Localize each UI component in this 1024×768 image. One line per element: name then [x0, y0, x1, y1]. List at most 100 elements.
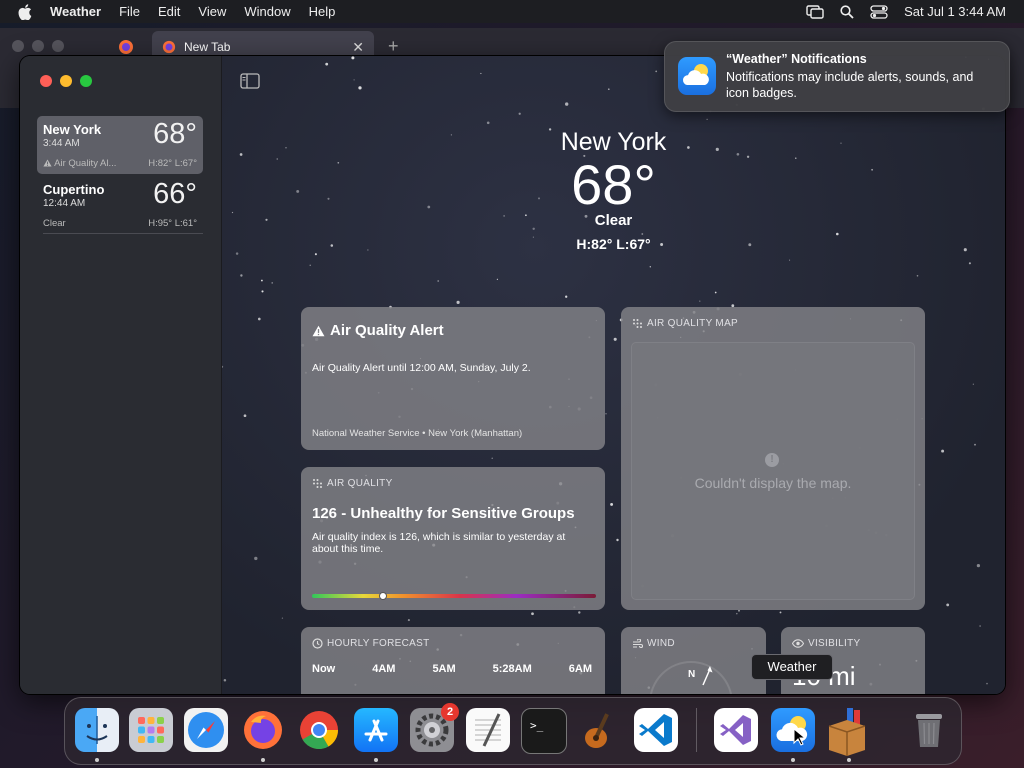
current-temperature: 68° — [571, 153, 656, 216]
running-indicator — [791, 758, 795, 762]
textedit-icon[interactable] — [466, 708, 510, 752]
apple-icon[interactable] — [18, 3, 32, 20]
dock-tooltip: Weather — [751, 654, 833, 680]
current-condition: Clear — [594, 212, 633, 229]
card-header: VISIBILITY — [792, 638, 860, 649]
alert-title: Air Quality Alert — [312, 322, 444, 339]
location-item-cupertino[interactable]: Cupertino 12:44 AM Clear 66° H:95° L:61° — [37, 176, 203, 234]
menu-clock[interactable]: Sat Jul 1 3:44 AM — [904, 4, 1006, 19]
running-indicator — [374, 758, 378, 762]
hourly-forecast-card[interactable]: HOURLY FORECAST Now 4AM 5AM 5:28AM 6AM — [301, 627, 605, 694]
menu-app-name[interactable]: Weather — [50, 4, 101, 19]
location-city: New York — [43, 122, 102, 137]
dock-separator — [696, 708, 697, 752]
control-center-icon[interactable] — [870, 4, 888, 19]
card-header: HOURLY FORECAST — [312, 638, 429, 649]
clock-icon — [312, 638, 323, 649]
firefox-icon — [162, 40, 176, 54]
screen-mirroring-icon[interactable] — [806, 4, 824, 19]
location-item-new-york[interactable]: New York 3:44 AM Air Quality Al... 68° H… — [37, 116, 203, 174]
menu-view[interactable]: View — [198, 4, 226, 19]
warning-icon — [43, 159, 52, 167]
eye-icon — [792, 639, 804, 648]
menu-window[interactable]: Window — [244, 4, 290, 19]
zoom-window-button[interactable] — [80, 75, 92, 87]
hourly-times: Now 4AM 5AM 5:28AM 6AM — [312, 663, 592, 675]
menu-file[interactable]: File — [119, 4, 140, 19]
window-controls — [40, 75, 92, 87]
wind-icon — [633, 638, 643, 648]
air-quality-icon — [633, 319, 642, 328]
visual-studio-icon[interactable] — [714, 708, 758, 752]
spotlight-search-icon[interactable] — [840, 4, 854, 19]
hour-label: 4AM — [372, 663, 396, 675]
location-time: 12:44 AM — [43, 198, 86, 209]
running-indicator — [847, 758, 851, 762]
alert-source: National Weather Service • New York (Man… — [312, 428, 523, 439]
notification-body: Notifications may include alerts, sounds… — [726, 70, 974, 100]
safari-icon[interactable] — [184, 708, 228, 752]
app-store-icon[interactable] — [354, 708, 398, 752]
browser-traffic-lights — [12, 40, 64, 52]
menu-bar: Weather File Edit View Window Help Sat J… — [0, 0, 1024, 23]
notification-banner[interactable]: “Weather” Notifications Notifications ma… — [664, 41, 1010, 112]
close-window-button[interactable] — [40, 75, 52, 87]
hour-label: 5AM — [432, 663, 456, 675]
menu-edit[interactable]: Edit — [158, 4, 180, 19]
air-quality-map-card[interactable]: AIR QUALITY MAP ! Couldn't display the m… — [621, 307, 925, 610]
location-temp: 66° — [153, 178, 197, 210]
archive-utility-icon[interactable] — [825, 708, 869, 756]
trash-icon[interactable] — [907, 708, 951, 752]
dock: 2 >_ — [64, 697, 962, 765]
compass-north-label: N — [688, 669, 696, 680]
map-area[interactable] — [631, 342, 915, 600]
location-time: 3:44 AM — [43, 138, 80, 149]
weather-window: New York 3:44 AM Air Quality Al... 68° H… — [20, 56, 1005, 694]
weather-app-icon — [678, 57, 716, 95]
location-condition: Clear — [43, 218, 66, 229]
running-indicator — [95, 758, 99, 762]
aqi-value: 126 - Unhealthy for Sensitive Groups — [312, 505, 575, 522]
card-header: AIR QUALITY — [312, 478, 393, 489]
warning-icon — [312, 325, 325, 336]
aqi-indicator — [380, 593, 386, 599]
sidebar-toggle-icon[interactable] — [240, 73, 260, 89]
location-condition: Air Quality Al... — [43, 158, 138, 169]
minimize-window-button[interactable] — [60, 75, 72, 87]
hour-label: 6AM — [568, 663, 592, 675]
svg-text:>_: >_ — [530, 719, 544, 732]
new-tab-icon[interactable]: + — [388, 36, 399, 57]
current-high-low: H:82° L:67° — [576, 236, 651, 252]
location-city: Cupertino — [43, 182, 105, 197]
close-tab-icon[interactable]: ✕ — [352, 39, 364, 56]
menu-help[interactable]: Help — [309, 4, 336, 19]
vscode-icon[interactable] — [634, 708, 678, 752]
firefox-dock-icon[interactable] — [241, 708, 285, 752]
divider — [43, 233, 203, 234]
weather-main: New York 68° Clear H:82° L:67° Air Quali… — [222, 56, 1005, 694]
sidebar: New York 3:44 AM Air Quality Al... 68° H… — [20, 56, 222, 694]
wind-card[interactable]: WIND N — [621, 627, 766, 694]
aqi-scale-bar — [312, 594, 596, 598]
location-high-low: H:95° L:61° — [148, 218, 197, 229]
hour-label: 5:28AM — [492, 663, 532, 675]
finder-icon[interactable] — [75, 708, 119, 752]
cloud-sun-icon — [682, 64, 709, 85]
alert-body: Air Quality Alert until 12:00 AM, Sunday… — [312, 362, 531, 374]
launchpad-icon[interactable] — [129, 708, 173, 752]
firefox-tab-icon[interactable] — [118, 39, 134, 55]
card-header: AIR QUALITY MAP — [632, 318, 738, 329]
garageband-icon[interactable] — [578, 708, 622, 752]
air-quality-alert-card[interactable]: Air Quality Alert Air Quality Alert unti… — [301, 307, 605, 450]
aqi-description: Air quality index is 126, which is simil… — [312, 531, 566, 555]
mouse-cursor-icon — [793, 728, 805, 746]
tab-title: New Tab — [184, 40, 231, 54]
info-icon: ! — [765, 453, 779, 467]
air-quality-card[interactable]: AIR QUALITY 126 - Unhealthy for Sensitiv… — [301, 467, 605, 610]
chrome-icon[interactable] — [297, 708, 341, 752]
notification-badge: 2 — [441, 703, 459, 721]
hour-label: Now — [312, 663, 336, 675]
terminal-icon[interactable]: >_ — [521, 708, 567, 754]
location-high-low: H:82° L:67° — [148, 158, 197, 169]
map-error-message: Couldn't display the map. — [694, 475, 852, 491]
